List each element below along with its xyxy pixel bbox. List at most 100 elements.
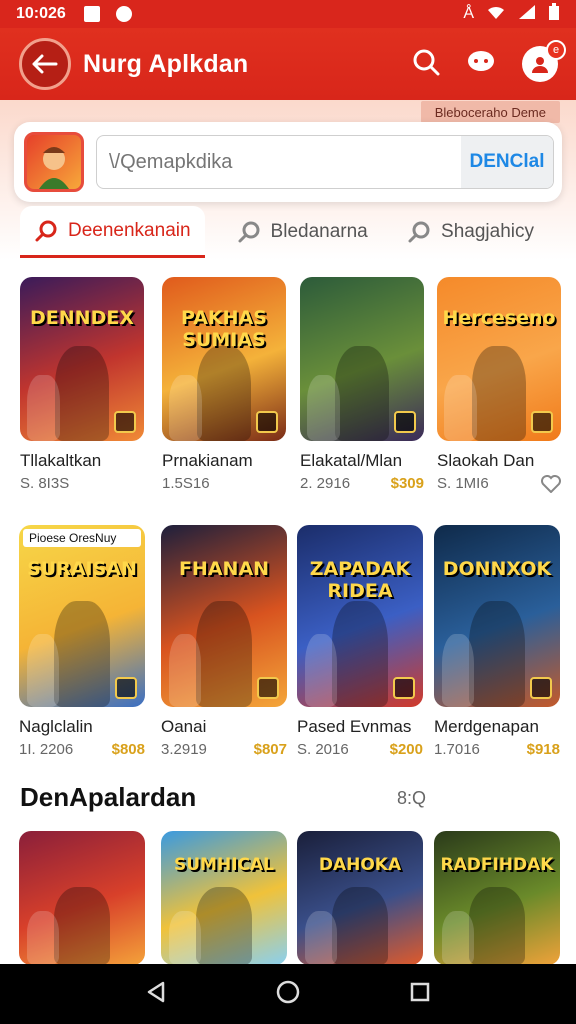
search-icon <box>35 220 57 241</box>
rating-badge-icon <box>530 677 552 699</box>
heart-icon[interactable] <box>541 475 561 497</box>
app-name: Naglclalin <box>19 717 93 736</box>
character-figure <box>169 375 202 441</box>
app-cover-image[interactable]: PAKHAS SUMIAS <box>162 277 286 441</box>
app-cover-image[interactable]: SUMHICAL <box>161 831 287 965</box>
app-card[interactable]: SUMHICAL <box>161 831 287 965</box>
app-card[interactable]: Herceseno Slaokah Dan S. 1MI6 <box>437 277 561 497</box>
wifi-icon <box>486 4 506 25</box>
app-cover-image[interactable]: SURAISAN Pioese OresNuy <box>19 525 145 707</box>
chat-icon[interactable] <box>466 49 496 80</box>
nav-home-button[interactable] <box>275 979 301 1010</box>
cover-title: Herceseno <box>442 306 556 329</box>
search-icon <box>408 221 430 243</box>
character-figure <box>469 601 525 707</box>
circle-home-icon <box>276 980 300 1003</box>
app-cover-image[interactable] <box>300 277 424 441</box>
app-card[interactable]: DAHOKA <box>297 831 423 965</box>
character-figure <box>332 887 388 965</box>
character-figure <box>441 634 475 707</box>
app-cover-image[interactable]: FHANAN <box>161 525 287 707</box>
app-card[interactable]: RADFIHDAK <box>434 831 560 965</box>
cover-tag: Pioese OresNuy <box>23 529 141 547</box>
tab-label: Bledanarna <box>270 221 368 242</box>
notification-icon <box>83 6 100 22</box>
tab-featured[interactable]: Deenenkanain <box>20 206 205 258</box>
app-card[interactable]: DONNXOK Merdgenapan 1.7016 $918 <box>434 525 560 758</box>
tab-third[interactable]: Shagjahicy <box>393 206 548 258</box>
search-icon[interactable] <box>412 48 440 81</box>
app-meta: S. 8I3S <box>20 475 144 492</box>
app-meta: S. 1MI6 <box>437 475 561 497</box>
notification-badge: e <box>546 40 566 60</box>
character-figure <box>332 601 388 707</box>
app-meta: 3.2919 $807 <box>161 741 287 758</box>
app-meta: 1.7016 $918 <box>434 741 560 758</box>
app-price: $309 <box>390 475 424 492</box>
app-price: $918 <box>526 741 560 758</box>
character-figure <box>26 911 60 965</box>
app-cover-image[interactable] <box>19 831 145 965</box>
back-button[interactable] <box>19 38 71 90</box>
character-figure <box>196 887 252 965</box>
app-name: Pased Evnmas <box>297 717 412 736</box>
app-row-featured: DENNDEX Tllakaltkan S. 8I3S PAKHAS SUMIAS Pr… <box>0 277 576 517</box>
arrow-left-icon <box>32 54 58 74</box>
character-figure <box>304 634 338 707</box>
character-figure <box>307 375 340 441</box>
character-figure <box>168 634 202 707</box>
app-size: 1.7016 <box>434 741 480 758</box>
app-card[interactable] <box>19 831 145 965</box>
status-time: 10:026 <box>16 5 66 22</box>
app-name: Prnakianam <box>162 451 253 470</box>
app-cover-image[interactable]: DONNXOK <box>434 525 560 707</box>
cover-title: DENNDEX <box>30 306 134 329</box>
app-size: 3.2919 <box>161 741 207 758</box>
character-figure <box>196 601 252 707</box>
rating-badge-icon <box>115 677 137 699</box>
search-icon <box>238 221 260 243</box>
character-figure <box>54 601 110 707</box>
app-card[interactable]: PAKHAS SUMIAS Prnakianam 1.5S16 <box>162 277 286 492</box>
bluetooth-icon: Å <box>463 5 474 22</box>
rating-badge-icon <box>114 411 136 433</box>
character-figure <box>26 634 60 707</box>
app-thumbnail[interactable] <box>24 132 84 192</box>
section-more-link[interactable]: 8:Q <box>397 788 426 809</box>
character-figure <box>168 911 202 965</box>
app-size: 1I. 2206 <box>19 741 74 758</box>
app-size: S. 2016 <box>297 741 349 758</box>
app-card[interactable]: DENNDEX Tllakaltkan S. 8I3S <box>20 277 144 492</box>
signal-icon <box>518 4 536 25</box>
search-input[interactable] <box>97 150 461 174</box>
app-cover-image[interactable]: ZAPADAK RIDEA <box>297 525 423 707</box>
app-card[interactable]: FHANAN Oanai 3.2919 $807 <box>161 525 287 758</box>
app-row-section: SUMHICAL DAHOKA RADFIHDAK <box>0 831 576 965</box>
section-title: DenApalardan <box>20 782 197 812</box>
character-figure <box>304 911 338 965</box>
app-cover-image[interactable]: Herceseno <box>437 277 561 441</box>
tab-second[interactable]: Bledanarna <box>223 206 382 258</box>
status-bar: 10:026 Å <box>0 0 576 28</box>
character-figure <box>196 345 252 441</box>
app-card[interactable]: ZAPADAK RIDEA Pased Evnmas S. 2016 $200 <box>297 525 423 758</box>
profile-button[interactable]: e <box>522 40 566 82</box>
app-card[interactable]: Elakatal/Mlan 2. 2916 $309 <box>300 277 424 492</box>
app-cover-image[interactable]: RADFIHDAK <box>434 831 560 965</box>
app-card[interactable]: SURAISAN Pioese OresNuy Naglclalin 1I. 2206… <box>19 525 145 758</box>
app-cover-image[interactable]: DAHOKA <box>297 831 423 965</box>
nav-back-button[interactable] <box>144 980 168 1009</box>
app-row-popular: SURAISAN Pioese OresNuy Naglclalin 1I. 2206… <box>0 525 576 765</box>
app-price: $808 <box>111 741 145 758</box>
app-size: S. 8I3S <box>20 475 70 492</box>
character-figure <box>334 345 390 441</box>
app-name: Merdgenapan <box>434 717 539 736</box>
app-cover-image[interactable]: DENNDEX <box>20 277 144 441</box>
rating-badge-icon <box>393 677 415 699</box>
character-figure <box>54 887 110 965</box>
search-button[interactable]: DENClal <box>461 136 553 188</box>
app-name: Tllakaltkan <box>20 451 102 470</box>
app-name: Oanai <box>161 717 207 736</box>
rating-badge-icon <box>531 411 553 433</box>
nav-recents-button[interactable] <box>408 980 432 1009</box>
